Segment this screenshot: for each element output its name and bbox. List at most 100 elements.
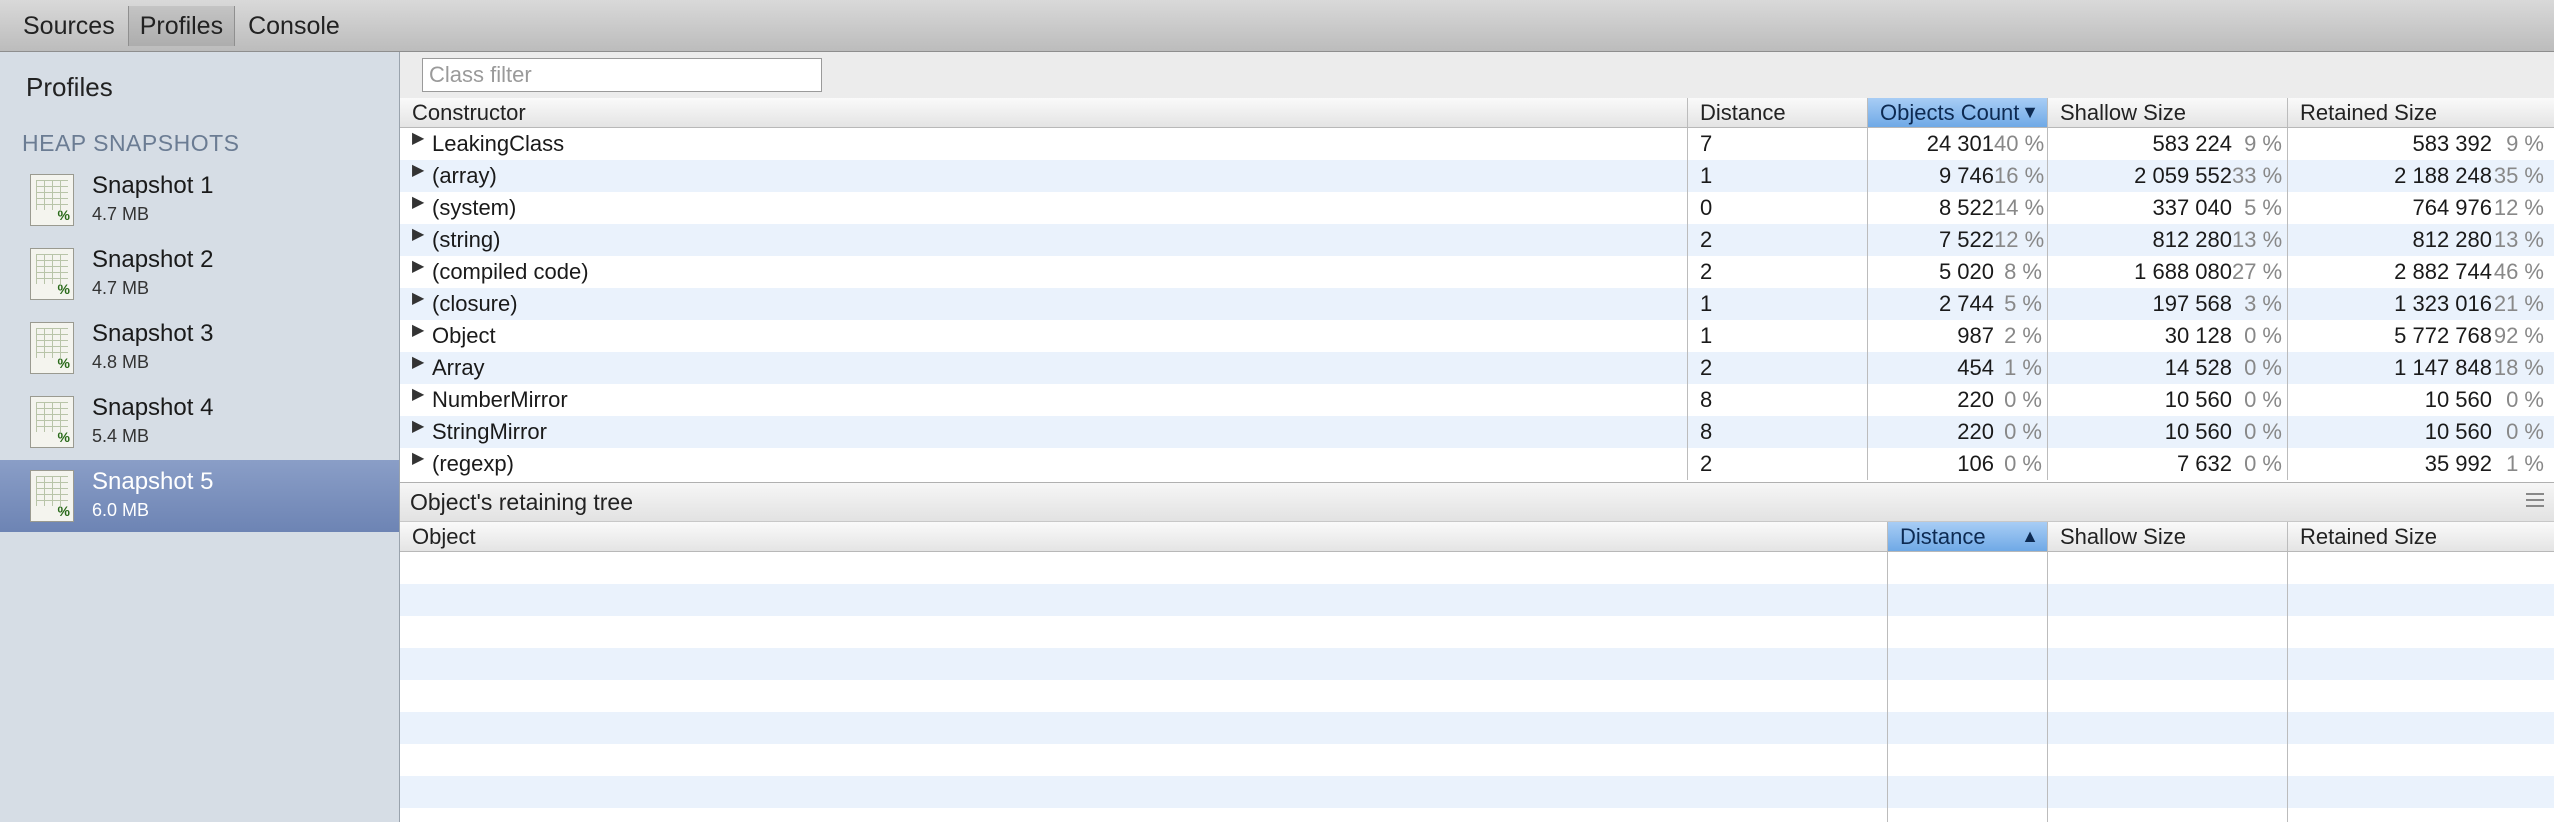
cell-name: LeakingClass <box>432 131 565 156</box>
snapshot-size: 5.4 MB <box>92 426 150 446</box>
expand-triangle-icon[interactable]: ▶ <box>412 128 424 148</box>
snapshot-size: 6.0 MB <box>92 500 150 520</box>
cell-retained-pct: 92 % <box>2493 323 2544 348</box>
expand-triangle-icon[interactable]: ▶ <box>412 352 424 372</box>
cell-name: (array) <box>432 163 497 188</box>
expand-triangle-icon[interactable]: ▶ <box>412 384 424 404</box>
cell-retained: 35 992 <box>2424 451 2492 476</box>
snapshot-item-5[interactable]: % Snapshot 5 6.0 MB <box>0 460 399 532</box>
cell-count: 8 522 <box>1938 195 1994 220</box>
table-row[interactable]: ▶ LeakingClass 7 24 301 40 % 583 224 9 % 583 39… <box>400 128 2554 160</box>
column-divider <box>2287 552 2288 822</box>
cell-count: 5 020 <box>1938 259 1994 284</box>
cell-retained-pct: 35 % <box>2493 163 2544 188</box>
cell-name: (compiled code) <box>432 259 589 284</box>
table-row[interactable]: ▶ StringMirror 8 220 0 % 10 560 0 % 10 560 0 % <box>400 416 2554 448</box>
table-row[interactable]: ▶ (system) 0 8 522 14 % 337 040 5 % 764 976 12 % <box>400 192 2554 224</box>
cell-shallow: 30 128 <box>2164 323 2232 348</box>
header-object[interactable]: Object <box>400 522 1887 551</box>
column-divider <box>2047 128 2048 480</box>
cell-shallow: 14 528 <box>2164 355 2232 380</box>
cell-distance: 2 <box>1700 451 1713 476</box>
table-row[interactable]: ▶ (array) 1 9 746 16 % 2 059 552 33 % 2 188 248… <box>400 160 2554 192</box>
expand-triangle-icon[interactable]: ▶ <box>412 192 424 212</box>
cell-count-pct: 0 % <box>2004 419 2042 444</box>
snapshot-item-3[interactable]: % Snapshot 3 4.8 MB <box>0 312 399 384</box>
expand-triangle-icon[interactable]: ▶ <box>412 160 424 180</box>
cell-count: 24 301 <box>1926 131 1994 156</box>
cell-shallow-pct: 3 % <box>2244 291 2282 316</box>
cell-name: StringMirror <box>432 419 547 444</box>
table-row[interactable]: ▶ (regexp) 2 106 0 % 7 632 0 % 35 992 1 % <box>400 448 2554 480</box>
snapshot-item-1[interactable]: % Snapshot 1 4.7 MB <box>0 164 399 236</box>
snapshot-item-2[interactable]: % Snapshot 2 4.7 MB <box>0 238 399 310</box>
header-retain-shallow-size[interactable]: Shallow Size <box>2047 522 2287 551</box>
cell-count: 220 <box>1957 387 1994 412</box>
cell-retained: 583 392 <box>2412 131 2492 156</box>
cell-count-pct: 2 % <box>2004 323 2042 348</box>
cell-count-pct: 12 % <box>1994 227 2045 252</box>
expand-triangle-icon[interactable]: ▶ <box>412 256 424 276</box>
expand-triangle-icon[interactable]: ▶ <box>412 288 424 308</box>
tab-sources[interactable]: Sources <box>12 6 126 46</box>
cell-distance: 1 <box>1700 323 1713 348</box>
cell-retained-pct: 21 % <box>2493 291 2544 316</box>
snapshot-item-4[interactable]: % Snapshot 4 5.4 MB <box>0 386 399 458</box>
cell-retained-pct: 0 % <box>2506 387 2544 412</box>
cell-retained-pct: 46 % <box>2493 259 2544 284</box>
table-row[interactable]: ▶ Array 2 454 1 % 14 528 0 % 1 147 848 18 % <box>400 352 2554 384</box>
empty-row <box>400 552 2554 584</box>
class-filter-input[interactable] <box>422 58 822 92</box>
cell-shallow: 2 059 552 <box>2134 163 2232 188</box>
snapshot-size: 4.7 MB <box>92 204 150 224</box>
cell-retained-pct: 18 % <box>2493 355 2544 380</box>
cell-count: 454 <box>1957 355 1994 380</box>
filter-bar <box>400 52 2554 98</box>
cell-count-pct: 16 % <box>1994 163 2045 188</box>
cell-shallow: 10 560 <box>2164 387 2232 412</box>
header-retain-distance[interactable]: Distance ▲ <box>1887 522 2047 551</box>
cell-shallow-pct: 0 % <box>2244 451 2282 476</box>
table-row[interactable]: ▶ NumberMirror 8 220 0 % 10 560 0 % 10 560 0 % <box>400 384 2554 416</box>
cell-retained: 1 323 016 <box>2394 291 2492 316</box>
cell-count-pct: 40 % <box>1994 131 2045 156</box>
expand-triangle-icon[interactable]: ▶ <box>412 448 424 468</box>
header-distance[interactable]: Distance <box>1687 98 1867 127</box>
heap-snapshot-view: Constructor Distance Objects Count ▼ Sha… <box>400 52 2554 822</box>
cell-shallow: 583 224 <box>2152 131 2232 156</box>
expand-triangle-icon[interactable]: ▶ <box>412 320 424 340</box>
tab-console[interactable]: Console <box>237 6 351 46</box>
header-constructor[interactable]: Constructor <box>400 98 1687 127</box>
table-row[interactable]: ▶ (compiled code) 2 5 020 8 % 1 688 080 27 % 2 … <box>400 256 2554 288</box>
cell-distance: 1 <box>1700 291 1713 316</box>
table-row[interactable]: ▶ (closure) 1 2 744 5 % 197 568 3 % 1 323 016 21… <box>400 288 2554 320</box>
table-row[interactable]: ▶ (string) 2 7 522 12 % 812 280 13 % 812 280 13 … <box>400 224 2554 256</box>
cell-retained-pct: 1 % <box>2506 451 2544 476</box>
cell-name: (regexp) <box>432 451 514 476</box>
tab-profiles[interactable]: Profiles <box>127 5 236 46</box>
header-objects-count[interactable]: Objects Count ▼ <box>1867 98 2047 127</box>
cell-retained: 1 147 848 <box>2394 355 2492 380</box>
header-retain-retained-size[interactable]: Retained Size <box>2287 522 2554 551</box>
cell-shallow-pct: 0 % <box>2244 323 2282 348</box>
column-divider <box>1687 128 1688 480</box>
cell-shallow: 812 280 <box>2152 227 2232 252</box>
cell-name: (closure) <box>432 291 518 316</box>
header-shallow-size[interactable]: Shallow Size <box>2047 98 2287 127</box>
cell-count-pct: 0 % <box>2004 451 2042 476</box>
snapshot-name: Snapshot 1 <box>92 172 214 199</box>
cell-distance: 8 <box>1700 419 1713 444</box>
cell-retained: 10 560 <box>2424 419 2492 444</box>
header-retained-size[interactable]: Retained Size <box>2287 98 2554 127</box>
cell-count: 2 744 <box>1938 291 1994 316</box>
cell-shallow-pct: 5 % <box>2244 195 2282 220</box>
cell-shallow-pct: 0 % <box>2244 355 2282 380</box>
table-row[interactable]: ▶ Object 1 987 2 % 30 128 0 % 5 772 768 92 % <box>400 320 2554 352</box>
empty-row <box>400 584 2554 616</box>
expand-triangle-icon[interactable]: ▶ <box>412 416 424 436</box>
spreadsheet-percent-icon: % <box>30 322 74 374</box>
cell-count: 220 <box>1957 419 1994 444</box>
resize-grip-icon[interactable] <box>2526 493 2544 509</box>
expand-triangle-icon[interactable]: ▶ <box>412 224 424 244</box>
cell-shallow-pct: 9 % <box>2244 131 2282 156</box>
